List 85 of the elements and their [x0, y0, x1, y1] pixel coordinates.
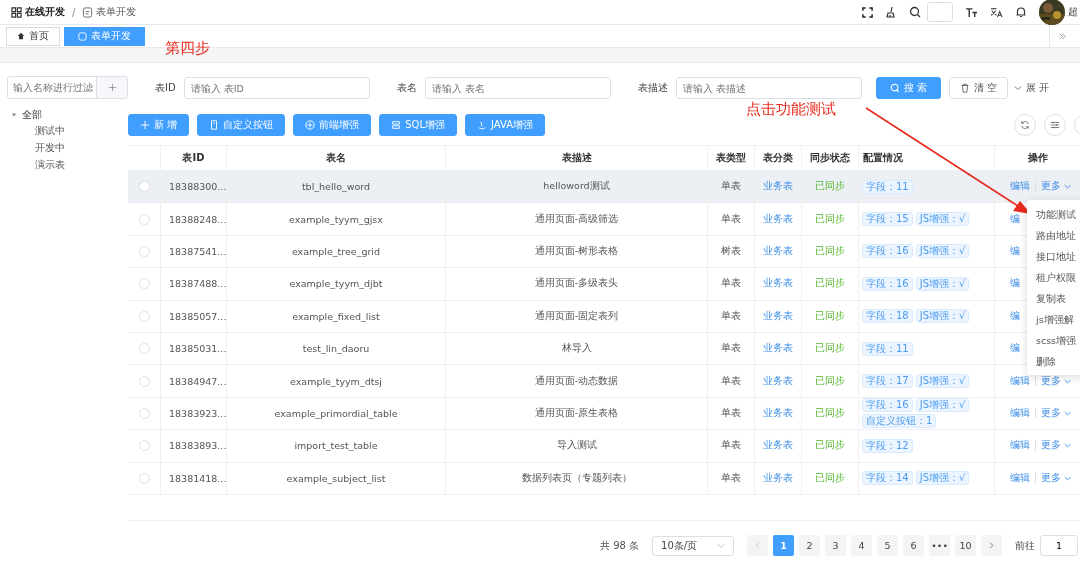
- sync-status: 已同步: [802, 430, 859, 462]
- table-cell: 通用页面-固定表列: [446, 300, 708, 332]
- config-tag: 自定义按钮：1: [862, 414, 937, 429]
- config-tag: JS增强：√: [915, 309, 970, 324]
- table-cell: 18384947...: [161, 365, 227, 397]
- column-header: 表分类: [755, 146, 802, 170]
- sync-status: 已同步: [802, 365, 859, 397]
- column-header: 同步状态: [802, 146, 859, 170]
- sync-status: 已同步: [802, 268, 859, 300]
- table-cell: 18388248...: [161, 203, 227, 235]
- table-cell: 18385057...: [161, 300, 227, 332]
- table-cell: 通用页面-动态数据: [446, 365, 708, 397]
- config-tag: JS增强：√: [915, 276, 970, 291]
- total-count: 共 98 条: [600, 538, 640, 553]
- table-cell: 单表: [708, 397, 755, 430]
- table-cell: 单表: [708, 430, 755, 462]
- config-tag: 字段：14: [862, 471, 913, 486]
- config-tag: 字段：11: [862, 341, 913, 356]
- table-cell: 单表: [708, 203, 755, 235]
- table-cell: example_tyym_dtsj: [227, 365, 446, 397]
- table-cell: example_tyym_gjsx: [227, 203, 446, 235]
- config-tag: JS增强：√: [915, 398, 970, 413]
- column-header: 表名: [227, 146, 446, 170]
- sync-status: 已同步: [802, 171, 859, 203]
- config-tag: JS增强：√: [915, 471, 970, 486]
- table-cell: 导入测试: [446, 430, 708, 462]
- table-cell: 通用页面-多级表头: [446, 268, 708, 300]
- table-cell: example_tyym_djbt: [227, 268, 446, 300]
- annotation-text: 第四步: [165, 39, 210, 58]
- field-label: 表描述: [637, 81, 668, 95]
- column-header: 表ID: [161, 146, 227, 170]
- table-cell: 单表: [708, 300, 755, 332]
- goto-label: 前往: [1015, 538, 1036, 553]
- column-header: 操作: [1026, 151, 1049, 165]
- config-tag: 字段：16: [862, 398, 913, 413]
- table-cell: tbl_hello_word: [227, 171, 446, 203]
- sync-status: 已同步: [802, 235, 859, 268]
- table-cell: 18383893...: [161, 430, 227, 462]
- table-cell: 18387488...: [161, 268, 227, 300]
- column-header: 表描述: [446, 146, 708, 170]
- config-tag: 字段：16: [862, 244, 913, 259]
- table-cell: 18385031...: [161, 332, 227, 365]
- config-tag: JS增强：√: [915, 212, 970, 227]
- table-cell: 18387541...: [161, 235, 227, 268]
- sync-status: 已同步: [802, 300, 859, 332]
- table-cell: import_test_table: [227, 430, 446, 462]
- table-cell: 林导入: [446, 332, 708, 365]
- column-header: 表类型: [708, 146, 755, 170]
- field-label: 表名: [396, 81, 417, 95]
- config-tag: 字段：17: [862, 374, 913, 389]
- table-cell: helloword测试: [446, 171, 708, 203]
- table-cell: 通用页面-高级筛选: [446, 203, 708, 235]
- table-cell: example_fixed_list: [227, 300, 446, 332]
- sync-status: 已同步: [802, 203, 859, 235]
- table-cell: test_lin_daoru: [227, 332, 446, 365]
- config-tag: 字段：16: [862, 276, 913, 291]
- table-cell: 18381418...: [161, 462, 227, 494]
- table-cell: example_primordial_table: [227, 397, 446, 430]
- annotation-text: 点击功能测试: [746, 100, 836, 119]
- sync-status: 已同步: [802, 332, 859, 365]
- config-tag: JS增强：√: [915, 244, 970, 259]
- config-tag: 字段：11: [862, 179, 913, 194]
- breadcrumb-separator: /: [72, 6, 76, 18]
- table-cell: 单表: [708, 462, 755, 494]
- column-header: 配置情况: [859, 146, 995, 170]
- table-cell: 数据列表页（专题列表）: [446, 462, 708, 494]
- config-tag: JS增强：√: [915, 374, 970, 389]
- table-cell: 单表: [708, 365, 755, 397]
- table-cell: 18383923...: [161, 397, 227, 430]
- table-cell: example_tree_grid: [227, 235, 446, 268]
- table-cell: 通用页面-原生表格: [446, 397, 708, 430]
- sync-status: 已同步: [802, 462, 859, 494]
- breadcrumb-current: 表单开发: [96, 5, 137, 19]
- table-cell: 树表: [708, 235, 755, 268]
- table-cell: example_subject_list: [227, 462, 446, 494]
- config-tag: 字段：12: [862, 438, 913, 453]
- table-cell: 单表: [708, 268, 755, 300]
- table-cell: 单表: [708, 332, 755, 365]
- sync-status: 已同步: [802, 397, 859, 430]
- table-cell: 单表: [708, 171, 755, 203]
- config-tag: 字段：15: [862, 212, 913, 227]
- table-cell: 18388300...: [161, 171, 227, 203]
- field-label: 表ID: [155, 81, 176, 95]
- table-cell: 通用页面-树形表格: [446, 235, 708, 268]
- config-tag: 字段：18: [862, 309, 913, 324]
